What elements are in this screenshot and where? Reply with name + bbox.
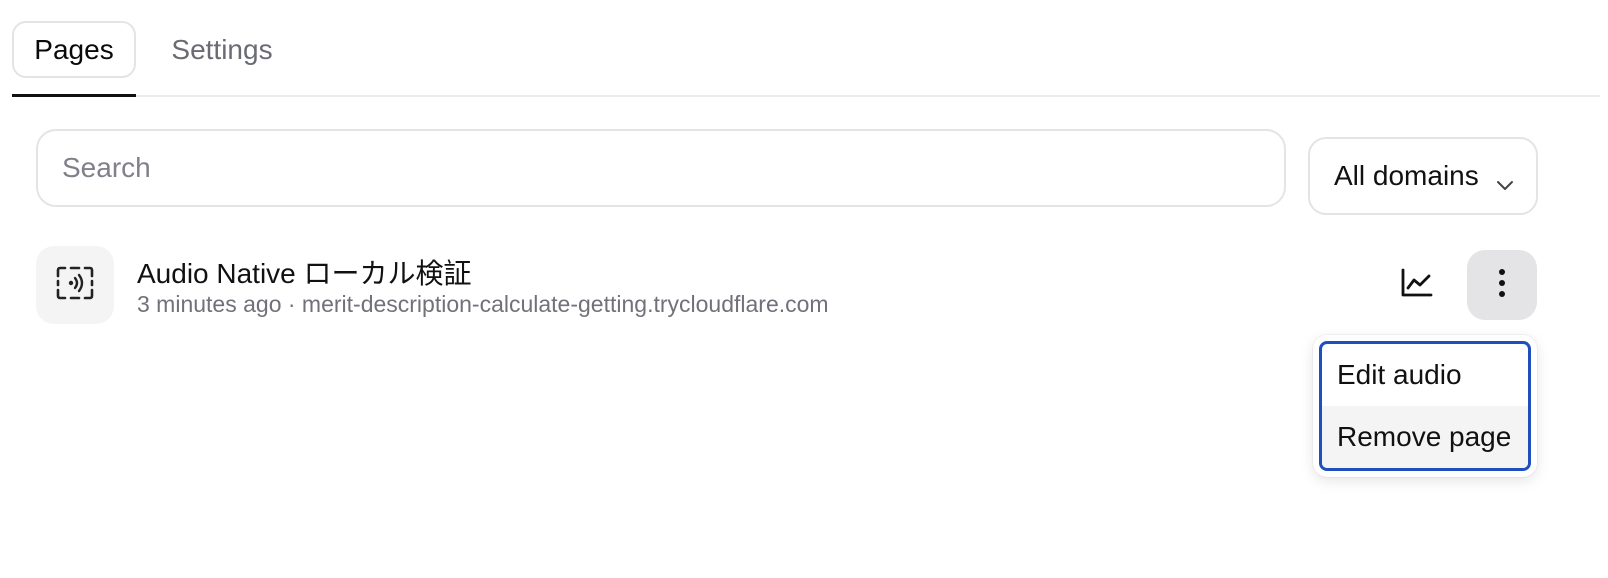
tab-bar: Pages Settings	[12, 21, 1600, 97]
domain-filter-label: All domains	[1334, 160, 1479, 191]
page-list-item[interactable]: Audio Native ローカル検証 3 minutes ago · meri…	[36, 246, 1538, 324]
menu-item-edit-audio[interactable]: Edit audio	[1322, 344, 1528, 406]
menu-item-remove-page[interactable]: Remove page	[1322, 406, 1528, 468]
chart-line-icon	[1401, 268, 1433, 303]
chevron-down-icon	[1496, 167, 1514, 199]
tab-pages[interactable]: Pages	[12, 21, 136, 78]
domain-filter-select[interactable]: All domains	[1308, 137, 1538, 215]
analytics-button[interactable]	[1382, 250, 1452, 320]
active-tab-indicator	[12, 94, 136, 97]
tab-pages-label: Pages	[34, 33, 114, 65]
more-options-button[interactable]	[1467, 250, 1537, 320]
audio-waves-icon	[55, 266, 95, 305]
page-meta: 3 minutes ago · merit-description-calcul…	[137, 291, 829, 317]
search-input[interactable]	[36, 129, 1286, 207]
more-vertical-icon	[1498, 268, 1506, 303]
page-options-menu: Edit audio Remove page	[1313, 335, 1537, 477]
menu-focus-ring: Edit audio Remove page	[1319, 341, 1531, 471]
page-title[interactable]: Audio Native ローカル検証	[137, 252, 472, 292]
page-thumbnail	[36, 246, 114, 324]
tab-settings-label: Settings	[171, 33, 273, 65]
tab-settings[interactable]: Settings	[152, 21, 292, 78]
